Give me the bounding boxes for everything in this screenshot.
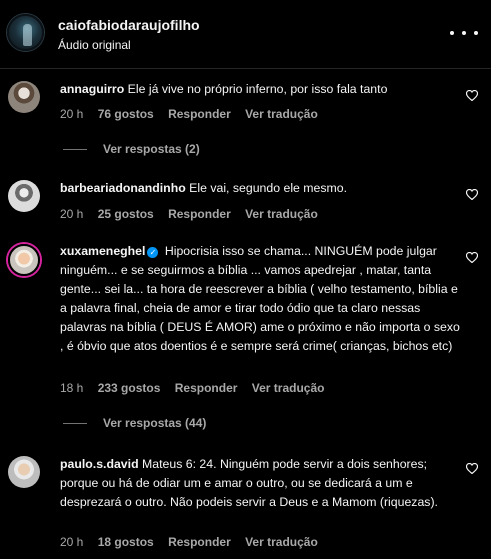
view-replies-label: Ver respostas (44)	[103, 416, 207, 430]
comment-time: 20 h	[60, 107, 84, 121]
translate-button[interactable]: Ver tradução	[252, 381, 325, 395]
comment-likes[interactable]: 76 gostos	[98, 107, 154, 121]
translate-button[interactable]: Ver tradução	[245, 535, 318, 549]
translate-button[interactable]: Ver tradução	[245, 207, 318, 221]
like-heart-icon[interactable]	[466, 90, 478, 101]
translate-button[interactable]: Ver tradução	[245, 107, 318, 121]
comment-body: annaguirro Ele já vive no próprio infern…	[60, 80, 456, 99]
comment-text: Ele vai, segundo ele mesmo.	[189, 181, 348, 195]
comment-meta: 18 h 233 gostos Responder Ver tradução	[60, 381, 335, 395]
reply-button[interactable]: Responder	[168, 535, 231, 549]
comment-likes[interactable]: 25 gostos	[98, 207, 154, 221]
comment-body: xuxameneghel ✓ Hipocrisia isso se chama..…	[60, 242, 464, 356]
avatar[interactable]	[8, 244, 40, 276]
audio-label[interactable]: Áudio original	[58, 38, 131, 52]
comment-meta: 20 h 25 gostos Responder Ver tradução	[60, 207, 329, 221]
replies-divider	[63, 149, 87, 151]
comment-username[interactable]: barbeariadonandinho	[60, 181, 186, 195]
reply-button[interactable]: Responder	[168, 207, 231, 221]
like-heart-icon[interactable]	[466, 252, 478, 263]
like-heart-icon[interactable]	[466, 463, 478, 474]
view-replies-label: Ver respostas (2)	[103, 142, 200, 156]
verified-badge-icon: ✓	[147, 247, 159, 258]
author-avatar[interactable]	[7, 14, 44, 51]
comment-body: barbeariadonandinho Ele vai, segundo ele…	[60, 179, 456, 198]
more-dot-icon	[462, 31, 466, 35]
post-header: caiofabiodaraujofilho Áudio original	[0, 0, 491, 69]
more-options-button[interactable]	[450, 23, 478, 43]
view-replies-button[interactable]: Ver respostas (2)	[63, 142, 200, 156]
more-dot-icon	[474, 31, 478, 35]
comment-meta: 20 h 18 gostos Responder Ver tradução	[60, 535, 329, 549]
like-heart-icon[interactable]	[466, 189, 478, 200]
more-dot-icon	[450, 31, 454, 35]
comment-likes[interactable]: 233 gostos	[98, 381, 161, 395]
avatar[interactable]	[8, 180, 40, 212]
comment-time: 20 h	[60, 207, 84, 221]
avatar[interactable]	[8, 81, 40, 113]
reply-button[interactable]: Responder	[175, 381, 238, 395]
avatar[interactable]	[8, 456, 40, 488]
comment-time: 20 h	[60, 535, 84, 549]
comment-text: Ele já vive no próprio inferno, por isso…	[127, 82, 388, 96]
comment-body: paulo.s.david Mateus 6: 24. Ninguém pode…	[60, 455, 452, 512]
reply-button[interactable]: Responder	[168, 107, 231, 121]
comment-text: Hipocrisia isso se chama... NINGUÉM pode…	[60, 244, 460, 353]
comment-meta: 20 h 76 gostos Responder Ver tradução	[60, 107, 329, 121]
comment-likes[interactable]: 18 gostos	[98, 535, 154, 549]
author-username[interactable]: caiofabiodaraujofilho	[58, 17, 200, 33]
comment-username[interactable]: xuxameneghel	[60, 244, 145, 258]
comment-username[interactable]: paulo.s.david	[60, 457, 139, 471]
comment-username[interactable]: annaguirro	[60, 82, 124, 96]
comment-time: 18 h	[60, 381, 84, 395]
replies-divider	[63, 423, 87, 425]
view-replies-button[interactable]: Ver respostas (44)	[63, 416, 206, 430]
